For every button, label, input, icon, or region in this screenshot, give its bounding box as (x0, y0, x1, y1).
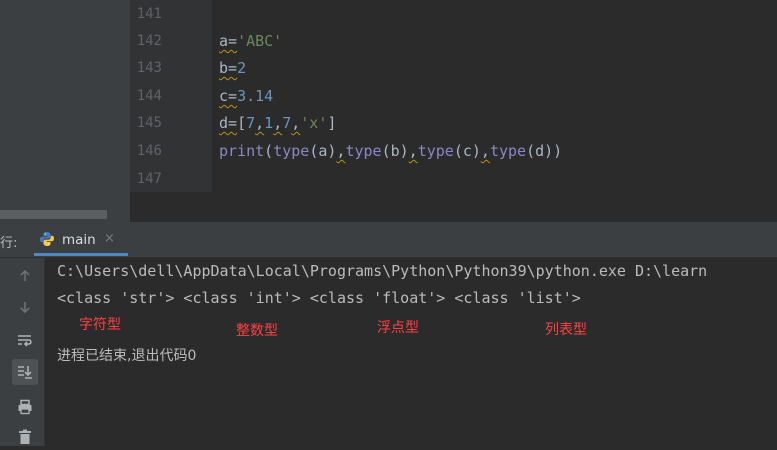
scroll-to-end-icon[interactable] (12, 359, 38, 385)
run-tab-bar: 行: main × (0, 222, 777, 258)
line-number: 143 (136, 60, 162, 76)
annotation-float: 浮点型 (377, 320, 419, 336)
line-number: 144 (136, 88, 162, 104)
line-number: 146 (136, 143, 162, 159)
tab-main-label: main (62, 232, 96, 248)
console-exit-message: 进程已结束,退出代码0 (57, 348, 197, 364)
line-number: 147 (136, 171, 162, 187)
tab-main[interactable]: main × (34, 222, 115, 257)
run-panel-title: 行: (0, 236, 18, 251)
print-icon[interactable] (12, 394, 38, 420)
trash-icon[interactable] (12, 424, 38, 450)
line-number: 145 (136, 115, 162, 131)
code-line-143[interactable]: b=2 (219, 59, 246, 77)
annotation-list: 列表型 (545, 322, 587, 338)
code-line-145[interactable]: d=[7,1,7,'x'] (219, 114, 336, 132)
arrow-down-icon[interactable] (12, 294, 38, 320)
run-toolbar (0, 258, 45, 446)
active-tab-indicator (34, 253, 128, 256)
line-number-gutter: 141 142 143 144 145 146 147 (130, 0, 213, 192)
arrow-up-icon[interactable] (12, 263, 38, 289)
line-number: 142 (136, 33, 162, 49)
annotation-str: 字符型 (79, 317, 121, 333)
code-line-146[interactable]: print(type(a),type(b),type(c),type(d)) (219, 142, 562, 160)
code-line-144[interactable]: c=3.14 (219, 87, 273, 105)
python-icon (40, 232, 54, 246)
horizontal-scrollbar[interactable] (0, 210, 107, 219)
editor-bottom-area (130, 192, 777, 222)
code-line-142[interactable]: a='ABC' (219, 32, 282, 50)
code-editor[interactable]: a='ABC' b=2 c=3.14 d=[7,1,7,'x'] print(t… (212, 0, 777, 192)
console-command-line: C:\Users\dell\AppData\Local\Programs\Pyt… (57, 262, 708, 280)
soft-wrap-icon[interactable] (12, 328, 38, 354)
console-output[interactable]: C:\Users\dell\AppData\Local\Programs\Pyt… (45, 258, 777, 446)
close-icon[interactable]: × (104, 231, 115, 246)
console-output-line: <class 'str'> <class 'int'> <class 'floa… (57, 289, 581, 307)
line-number: 141 (136, 6, 162, 22)
project-panel-edge (0, 0, 130, 222)
annotation-int: 整数型 (236, 323, 278, 339)
